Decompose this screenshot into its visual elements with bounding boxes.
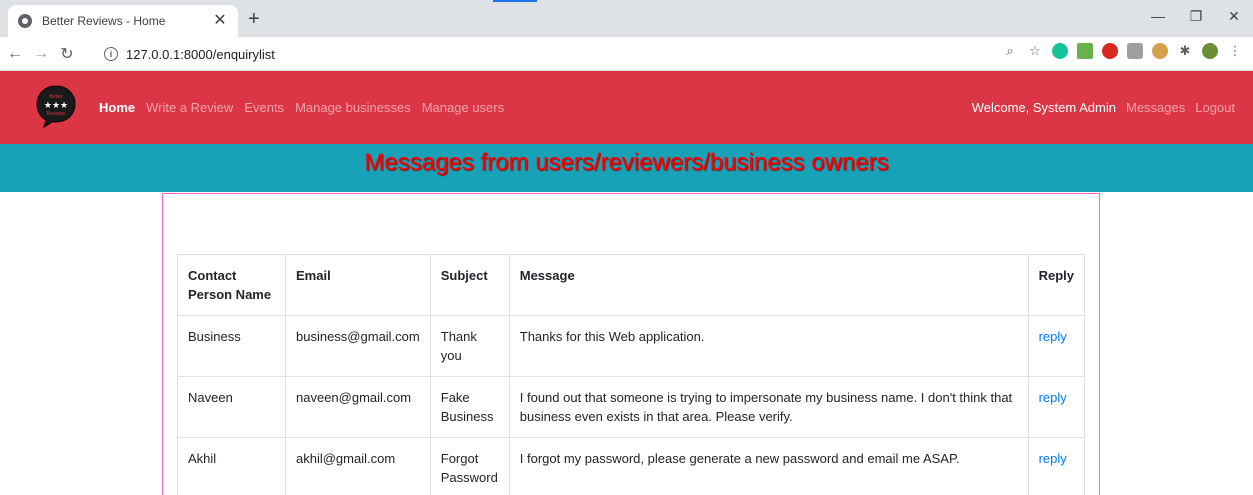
site-navbar: Better ★★★ Reviews Home Write a Review E… [0,71,1253,144]
cell-message: I forgot my password, please generate a … [508,437,1029,495]
extensions-puzzle-icon[interactable]: ✱ [1177,43,1193,59]
nav-home[interactable]: Home [99,100,135,115]
reply-link[interactable]: reply [1039,329,1067,344]
cell-email: akhil@gmail.com [285,437,431,495]
reply-link[interactable]: reply [1039,390,1067,405]
restore-icon[interactable]: ❐ [1177,0,1215,32]
cell-name: Naveen [177,376,286,438]
close-window-icon[interactable]: ✕ [1215,0,1253,32]
better-reviews-logo[interactable]: Better ★★★ Reviews [34,83,78,129]
cookie-extension-icon[interactable] [1152,43,1168,59]
minimize-icon[interactable]: — [1139,0,1177,32]
download-extension-icon[interactable] [1077,43,1093,59]
menu-kebab-icon[interactable]: ⋮ [1227,43,1243,59]
header-message: Message [508,254,1029,316]
address-bar[interactable]: i 127.0.0.1:8000/enquirylist [104,41,984,67]
nav-links: Home Write a Review Events Manage busine… [99,100,504,115]
nav-logout[interactable]: Logout [1195,100,1235,115]
logo-text-bottom: Reviews [47,111,66,117]
page-title: Messages from users/reviewers/business o… [364,149,889,176]
cell-reply: reply [1027,437,1086,495]
cell-name: Business [177,315,286,377]
profile-avatar[interactable] [1202,43,1218,59]
nav-manage-businesses[interactable]: Manage businesses [295,100,411,115]
table-header-row: Contact Person Name Email Subject Messag… [177,254,1086,316]
reload-icon[interactable]: ↻ [56,44,78,64]
header-contact-person-name: Contact Person Name [177,254,286,316]
globe-icon [18,14,32,28]
cell-email: naveen@gmail.com [285,376,431,438]
reply-link[interactable]: reply [1039,451,1067,466]
cell-subject: Forgot Password [429,437,510,495]
cell-subject: Fake Business [429,376,510,438]
tab-title: Better Reviews - Home [42,14,166,28]
header-reply: Reply [1027,254,1086,316]
grammarly-extension-icon[interactable] [1052,43,1068,59]
content-container: Contact Person Name Email Subject Messag… [162,193,1100,495]
adblock-extension-icon[interactable] [1102,43,1118,59]
nav-messages[interactable]: Messages [1126,100,1185,115]
zoom-icon[interactable]: ⌕ [1002,43,1018,59]
header-email: Email [285,254,431,316]
cell-name: Akhil [177,437,286,495]
browser-tab-strip: Better Reviews - Home ✕ + — ❐ ✕ [0,0,1253,37]
cell-reply: reply [1027,376,1086,438]
cell-email: business@gmail.com [285,315,431,377]
close-tab-icon[interactable]: ✕ [212,13,228,29]
site-info-icon[interactable]: i [104,47,118,61]
reader-extension-icon[interactable] [1127,43,1143,59]
header-subject: Subject [429,254,510,316]
browser-tab[interactable]: Better Reviews - Home ✕ [8,5,238,37]
back-icon[interactable]: ← [4,45,26,63]
cell-reply: reply [1027,315,1086,377]
enquiry-table: Contact Person Name Email Subject Messag… [177,254,1086,495]
window-controls: — ❐ ✕ [1139,0,1253,32]
url-text: 127.0.0.1:8000/enquirylist [126,46,275,62]
table-row: Akhil akhil@gmail.com Forgot Password I … [177,437,1086,495]
bookmark-star-icon[interactable]: ☆ [1027,43,1043,59]
nav-manage-users[interactable]: Manage users [422,100,504,115]
toolbar-icons: ⌕ ☆ ✱ ⋮ [1002,43,1243,59]
svg-text:★★★: ★★★ [44,101,68,111]
new-tab-icon[interactable]: + [248,9,260,29]
forward-icon[interactable]: → [30,45,52,63]
table-row: Business business@gmail.com Thank you Th… [177,315,1086,377]
loading-indicator [493,0,537,2]
nav-write-review[interactable]: Write a Review [146,100,233,115]
page-banner: Messages from users/reviewers/business o… [0,144,1253,192]
cell-message: I found out that someone is trying to im… [508,376,1029,438]
nav-events[interactable]: Events [244,100,284,115]
nav-user-area: Welcome, System Admin Messages Logout [972,100,1235,115]
cell-message: Thanks for this Web application. [508,315,1029,377]
welcome-text: Welcome, System Admin [971,100,1116,115]
logo-text-top: Better [49,94,63,100]
table-row: Naveen naveen@gmail.com Fake Business I … [177,376,1086,438]
browser-toolbar: ← → ↻ i 127.0.0.1:8000/enquirylist ⌕ ☆ ✱… [0,37,1253,71]
cell-subject: Thank you [429,315,510,377]
